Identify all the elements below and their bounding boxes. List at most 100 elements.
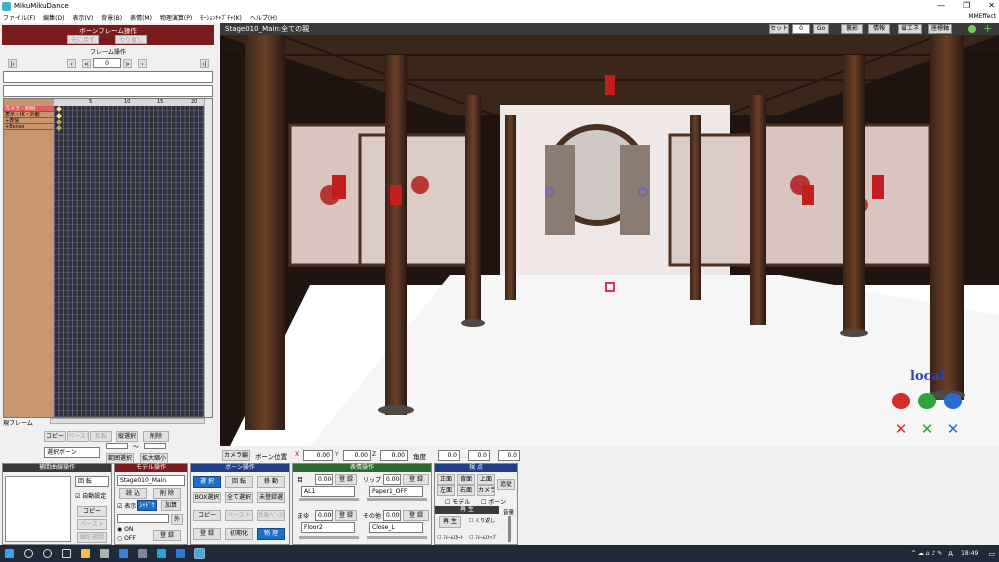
menu-view[interactable]: 表示(V) xyxy=(72,13,93,22)
mmd-taskbar-icon[interactable] xyxy=(194,548,205,559)
camera-edit-tab[interactable]: カメラ編 xyxy=(222,450,250,461)
menu-edit[interactable]: 編集(D) xyxy=(43,13,64,22)
bone-paste-button[interactable]: ペースト xyxy=(225,510,253,521)
start-icon[interactable] xyxy=(5,549,14,558)
brow-value-input[interactable]: 0.000 xyxy=(315,510,333,521)
notification-icon[interactable]: ▭ xyxy=(988,550,995,558)
search-icon[interactable] xyxy=(24,549,33,558)
frame-slider-area[interactable] xyxy=(3,71,213,83)
rotate-y-icon[interactable] xyxy=(918,393,936,409)
delete-frame-button[interactable]: 削除 xyxy=(143,431,169,442)
camera-mode-icon[interactable] xyxy=(968,25,976,33)
timeline-grid[interactable] xyxy=(54,99,204,417)
frame-input[interactable]: 0 xyxy=(93,58,121,68)
paste-frame-button[interactable]: ペースト xyxy=(67,431,89,442)
angle-x-input[interactable]: 0.0 xyxy=(438,450,460,461)
lip-value-input[interactable]: 0.000 xyxy=(383,474,401,485)
first-frame-button[interactable]: |‹ xyxy=(8,59,17,68)
task-view-icon[interactable] xyxy=(62,549,71,558)
model-register-button[interactable]: 登 録 xyxy=(153,530,181,541)
volume-slider[interactable] xyxy=(508,516,511,542)
eco-button[interactable]: 省エネ xyxy=(898,24,922,34)
model-select-dropdown[interactable]: Stage010_Main xyxy=(117,475,185,486)
lip-register-button[interactable]: 登 録 xyxy=(403,474,429,485)
follow-button[interactable]: 追従 xyxy=(497,479,515,490)
lip-slider[interactable] xyxy=(367,498,427,501)
info-button[interactable]: 情報 xyxy=(868,24,890,34)
eye-morph-dropdown[interactable]: AL1 xyxy=(301,486,355,497)
range-to[interactable] xyxy=(144,443,166,449)
move-x-icon[interactable]: ✕ xyxy=(892,421,910,437)
angle-y-input[interactable]: 0.0 xyxy=(468,450,490,461)
brow-register-button[interactable]: 登 録 xyxy=(335,510,357,521)
copy-frame-button[interactable]: コピー xyxy=(44,431,66,442)
vertical-select-button[interactable]: 縦選択 xyxy=(116,431,138,442)
eye-slider[interactable] xyxy=(299,498,359,501)
frame-start-checkbox[interactable]: ☐ ﾌﾚｰﾑｽﾀｰﾄ xyxy=(437,534,463,541)
pos-z-input[interactable]: 0.00 xyxy=(380,450,408,461)
rotate-x-icon[interactable] xyxy=(892,393,910,409)
repeat-checkbox[interactable]: ☐ くり返し xyxy=(469,517,495,524)
menu-background[interactable]: 背景(B) xyxy=(101,13,122,22)
view-right-button[interactable]: 右面 xyxy=(457,485,475,496)
off-radio[interactable]: ○ OFF xyxy=(117,535,136,542)
frame-hscroll[interactable] xyxy=(50,418,205,424)
move-z-icon[interactable]: ✕ xyxy=(944,421,962,437)
eye-value-input[interactable]: 0.000 xyxy=(315,474,333,485)
store-icon[interactable] xyxy=(100,549,109,558)
timeline-scrollbar[interactable] xyxy=(204,99,212,417)
seek-frame-input[interactable]: 0 xyxy=(792,24,810,34)
move-y-icon[interactable]: ✕ xyxy=(918,421,936,437)
input-lang[interactable]: A xyxy=(948,550,953,558)
clock[interactable]: 18:49 xyxy=(961,550,978,557)
frame-bar[interactable] xyxy=(3,85,213,97)
angle-z-input[interactable]: 0.0 xyxy=(498,450,520,461)
last-frame-button[interactable]: ›| xyxy=(200,59,209,68)
bone-select-button[interactable]: 選 択 xyxy=(193,476,221,488)
range-from[interactable] xyxy=(106,443,128,449)
select-bone-dropdown[interactable]: 選択ボーン xyxy=(44,447,100,458)
menu-help[interactable]: ヘルプ(H) xyxy=(250,13,277,22)
prev-key-button[interactable]: ‹ xyxy=(67,59,76,68)
edge-icon[interactable] xyxy=(176,549,185,558)
app-icon-1[interactable] xyxy=(138,549,147,558)
interp-type-dropdown[interactable]: 回 転 xyxy=(75,476,109,487)
brow-morph-dropdown[interactable]: Floor2 xyxy=(301,522,355,533)
view-left-button[interactable]: 左面 xyxy=(437,485,455,496)
menu-file[interactable]: ファイル(F) xyxy=(3,13,35,22)
interp-paste-button[interactable]: ペースト xyxy=(77,519,107,530)
frame-stop-checkbox[interactable]: ☐ ﾌﾚｰﾑｽﾄｯﾌﾟ xyxy=(469,534,498,541)
maximize-button[interactable]: ❐ xyxy=(963,0,970,12)
close-button[interactable]: ✕ xyxy=(988,0,995,12)
axis-button[interactable]: 座標軸 xyxy=(928,24,952,34)
view-camera-button[interactable]: カメラ xyxy=(477,485,495,496)
mail-icon[interactable] xyxy=(119,549,128,558)
menu-physics[interactable]: 物理演算(P) xyxy=(160,13,192,22)
brow-slider[interactable] xyxy=(299,536,359,539)
app-icon-2[interactable] xyxy=(157,549,166,558)
menu-mmeffect[interactable]: MMEffect xyxy=(968,13,996,20)
3d-viewport[interactable]: Stage010_Main:全ての親 セット 0 Go 裏影 情報 省エネ 座標… xyxy=(220,23,999,446)
outer-parent-button[interactable]: 外 xyxy=(171,514,183,525)
other-morph-dropdown[interactable]: Close_L xyxy=(369,522,423,533)
interp-curve-canvas[interactable] xyxy=(5,476,71,542)
view-back-button[interactable]: 背面 xyxy=(457,474,475,485)
shadow-button[interactable]: 裏影 xyxy=(841,24,863,34)
bone-copy-button[interactable]: コピー xyxy=(193,510,221,521)
reverse-frame-button[interactable]: 反転 xyxy=(90,431,112,442)
file-explorer-icon[interactable] xyxy=(81,549,90,558)
auto-setting-checkbox[interactable]: ☑ 自動設定 xyxy=(75,491,106,500)
rotate-z-icon[interactable] xyxy=(944,393,962,409)
model-show-checkbox[interactable]: ☑ 表示 xyxy=(117,501,136,510)
track-bones[interactable]: +Bones xyxy=(4,124,54,130)
other-register-button[interactable]: 登 録 xyxy=(403,510,429,521)
bone-init-button[interactable]: 初期化 xyxy=(225,528,253,540)
view-front-button[interactable]: 正面 xyxy=(437,474,455,485)
linear-interp-button[interactable]: 線形補間 xyxy=(77,532,107,543)
menu-capture[interactable]: ﾓｰｼｮﾝｷｬﾌﾟﾁｬ(K) xyxy=(200,13,242,22)
menu-morph[interactable]: 表情(M) xyxy=(130,13,152,22)
model-delete-button[interactable]: 削 除 xyxy=(153,488,181,499)
bone-reverse-paste-button[interactable]: 反転ﾍﾟｰｽﾄ xyxy=(257,510,285,521)
prev-frame-button[interactable]: < xyxy=(82,59,91,68)
seek-set-button[interactable]: セット xyxy=(769,24,789,34)
